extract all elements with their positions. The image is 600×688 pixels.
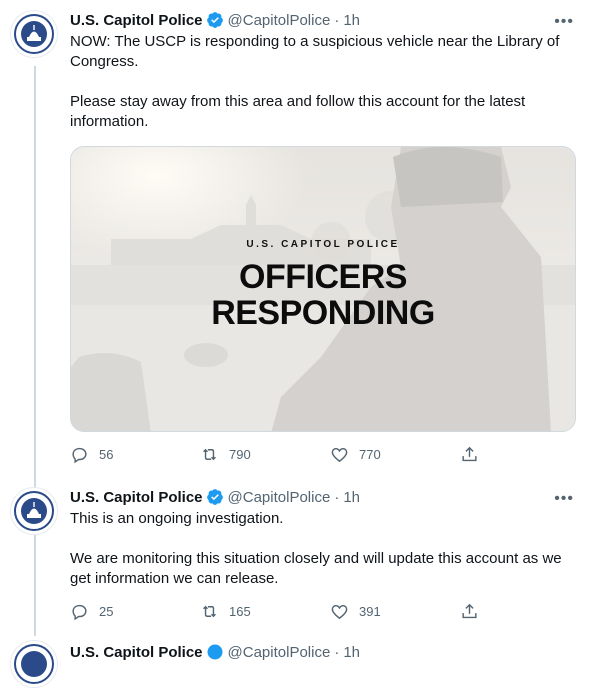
tweet-header: U.S. Capitol Police @CapitolPolice · 1h: [70, 10, 578, 30]
media-big-title: OFFICERS RESPONDING: [71, 259, 575, 331]
avatar[interactable]: [10, 487, 58, 535]
tweet-paragraph: Please stay away from this area and foll…: [70, 93, 526, 130]
share-icon: [462, 446, 477, 461]
media-big-title-line: OFFICERS: [239, 258, 407, 296]
author-handle[interactable]: @CapitolPolice: [228, 12, 331, 29]
like-count: 770: [359, 446, 381, 462]
media-overlay: U.S. CAPITOL POLICE OFFICERS RESPONDING: [71, 147, 575, 431]
tweet-text: NOW: The USCP is responding to a suspici…: [70, 32, 578, 132]
verified-badge-icon: [206, 12, 223, 28]
capitol-police-seal-icon: [12, 642, 56, 686]
author-handle[interactable]: @CapitolPolice: [228, 489, 331, 506]
like-button[interactable]: 770: [330, 445, 460, 464]
author-handle[interactable]: @CapitolPolice: [228, 644, 331, 661]
reply-button[interactable]: 25: [70, 602, 200, 621]
capitol-police-seal-icon: [12, 12, 56, 56]
tweet-time[interactable]: 1h: [343, 489, 360, 506]
tweet-actions: 25 165 391: [70, 601, 510, 621]
tweet-time[interactable]: 1h: [343, 12, 360, 29]
more-icon[interactable]: •••: [554, 12, 574, 32]
separator-dot: ·: [334, 643, 340, 661]
author-name[interactable]: U.S. Capitol Police: [70, 12, 203, 29]
retweet-icon: [203, 605, 216, 617]
more-icon[interactable]: •••: [554, 489, 574, 509]
media-small-title: U.S. CAPITOL POLICE: [246, 239, 400, 250]
capitol-police-seal-icon: [12, 489, 56, 533]
verified-badge-icon: [207, 644, 223, 660]
share-button[interactable]: [460, 602, 489, 621]
reply-count: 25: [99, 603, 114, 619]
reply-icon: [72, 604, 87, 620]
reply-count: 56: [99, 446, 114, 462]
tweet-media-image[interactable]: U.S. CAPITOL POLICE OFFICERS RESPONDING: [70, 146, 576, 432]
like-icon: [331, 604, 348, 619]
tweet-actions: 56 790 770: [70, 444, 510, 464]
avatar[interactable]: [10, 10, 58, 58]
tweet-header: U.S. Capitol Police @CapitolPolice · 1h: [70, 642, 578, 662]
author-name[interactable]: U.S. Capitol Police: [70, 644, 203, 661]
thread-line: [34, 66, 36, 636]
media-big-title-line: RESPONDING: [211, 294, 435, 332]
separator-dot: ·: [334, 488, 340, 506]
author-name[interactable]: U.S. Capitol Police: [70, 489, 203, 506]
reply-button[interactable]: 56: [70, 445, 200, 464]
share-icon: [462, 603, 477, 618]
share-button[interactable]: [460, 445, 489, 464]
tweet-paragraph: This is an ongoing investigation.: [70, 510, 284, 527]
tweet-paragraph: NOW: The USCP is responding to a suspici…: [70, 33, 560, 70]
verified-badge-icon: [206, 489, 223, 505]
like-icon: [331, 447, 348, 462]
retweet-icon: [203, 448, 216, 460]
retweet-count: 790: [229, 446, 251, 462]
separator-dot: ·: [334, 11, 340, 29]
avatar[interactable]: [10, 640, 58, 688]
tweet-paragraph: We are monitoring this situation closely…: [70, 550, 562, 587]
retweet-count: 165: [229, 603, 251, 619]
reply-icon: [72, 447, 87, 463]
like-button[interactable]: 391: [330, 602, 460, 621]
tweet-text: This is an ongoing investigation. We are…: [70, 509, 578, 589]
retweet-button[interactable]: 790: [200, 445, 330, 464]
retweet-button[interactable]: 165: [200, 602, 330, 621]
like-count: 391: [359, 603, 381, 619]
tweet-time[interactable]: 1h: [343, 644, 360, 661]
tweet-header: U.S. Capitol Police @CapitolPolice · 1h: [70, 487, 578, 507]
